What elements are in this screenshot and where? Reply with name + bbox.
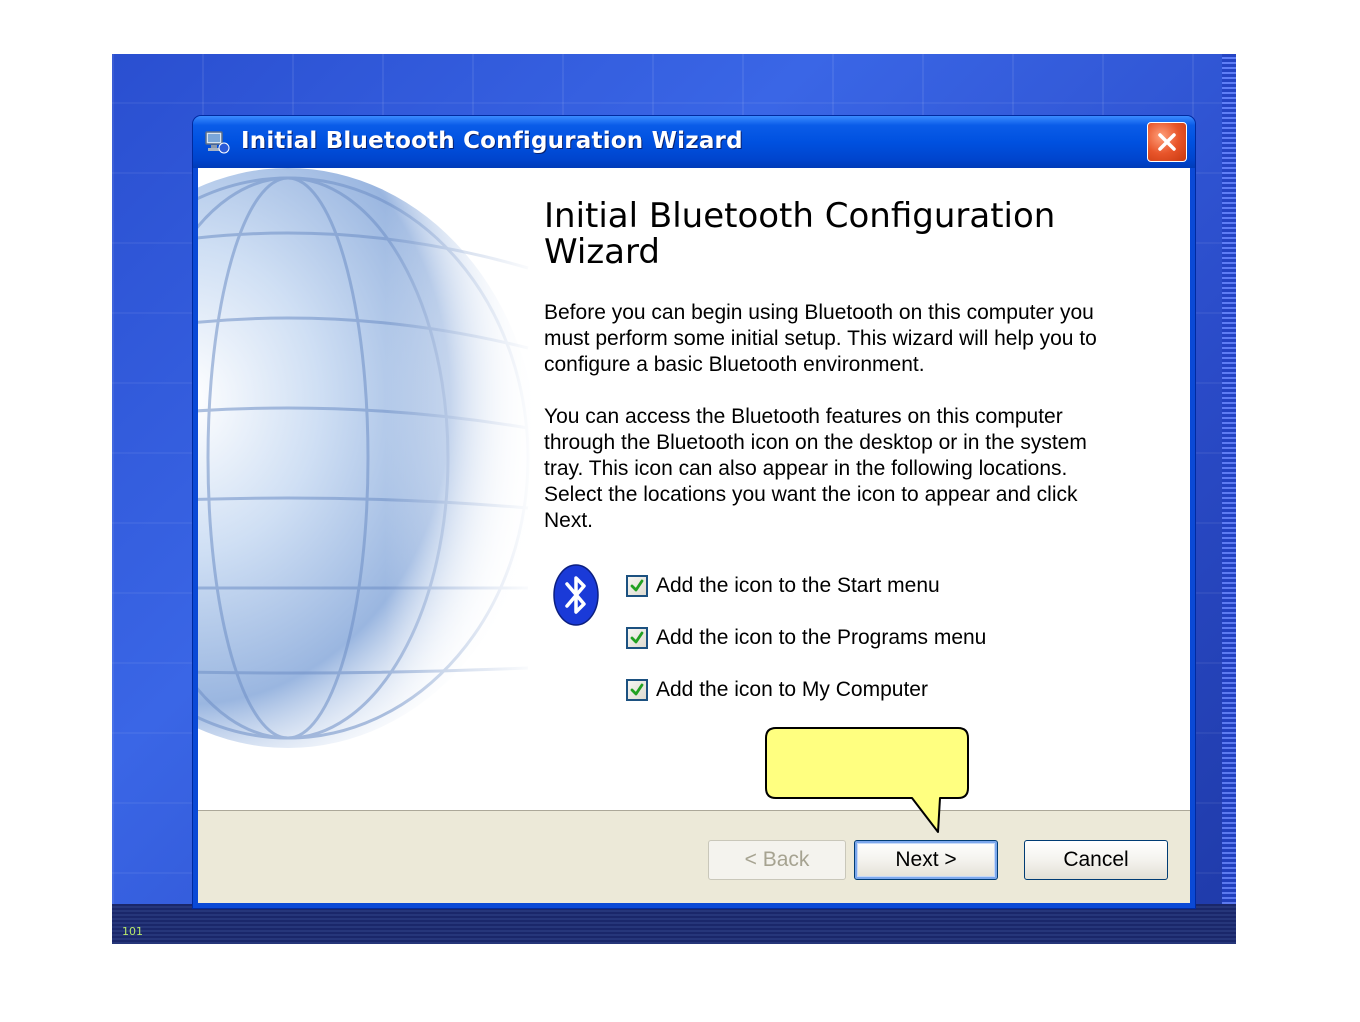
option-start-menu[interactable]: Add the icon to the Start menu <box>626 560 986 612</box>
checkmark-icon <box>630 683 644 696</box>
intro-paragraph: Before you can begin using Bluetooth on … <box>544 301 1097 376</box>
callout-annotation <box>765 727 969 833</box>
back-button[interactable]: < Back <box>708 840 846 880</box>
taskbar: 101 <box>112 904 1236 944</box>
tray-text: 101 <box>122 925 143 938</box>
window-title: Initial Bluetooth Configuration Wizard <box>241 128 743 154</box>
icon-location-options: Add the icon to the Start menu Add the i… <box>626 560 986 716</box>
close-button[interactable] <box>1147 122 1187 162</box>
start-menu-label: Add the icon to the Start menu <box>656 574 940 597</box>
title-bar[interactable]: Initial Bluetooth Configuration Wizard <box>193 116 1195 168</box>
button-bar-divider <box>198 810 1190 811</box>
desktop-screenshot: 101 Initial Bluetooth Configuration Wiza… <box>112 54 1236 944</box>
option-programs-menu[interactable]: Add the icon to the Programs menu <box>626 612 986 664</box>
cancel-button[interactable]: Cancel <box>1024 840 1168 880</box>
checkmark-icon <box>630 579 644 592</box>
wizard-heading: Initial Bluetooth Configuration Wizard <box>544 196 1056 272</box>
globe-graphic <box>198 168 538 748</box>
next-button[interactable]: Next > <box>854 840 998 880</box>
wallpaper-stripe <box>1222 54 1236 944</box>
programs-menu-label: Add the icon to the Programs menu <box>656 626 987 649</box>
button-bar: < Back Next > Cancel <box>198 809 1190 903</box>
bluetooth-wizard-icon <box>205 131 230 154</box>
my-computer-checkbox[interactable] <box>626 679 648 701</box>
bluetooth-icon <box>553 564 599 626</box>
option-my-computer[interactable]: Add the icon to My Computer <box>626 664 986 716</box>
wizard-window: Initial Bluetooth Configuration Wizard I… <box>193 116 1195 908</box>
programs-menu-checkbox[interactable] <box>626 627 648 649</box>
checkmark-icon <box>630 631 644 644</box>
my-computer-label: Add the icon to My Computer <box>656 678 928 701</box>
close-icon <box>1158 133 1176 151</box>
instructions-paragraph: You can access the Bluetooth features on… <box>544 405 1087 532</box>
wizard-client-area: Initial Bluetooth Configuration Wizard B… <box>198 168 1190 903</box>
start-menu-checkbox[interactable] <box>626 575 648 597</box>
